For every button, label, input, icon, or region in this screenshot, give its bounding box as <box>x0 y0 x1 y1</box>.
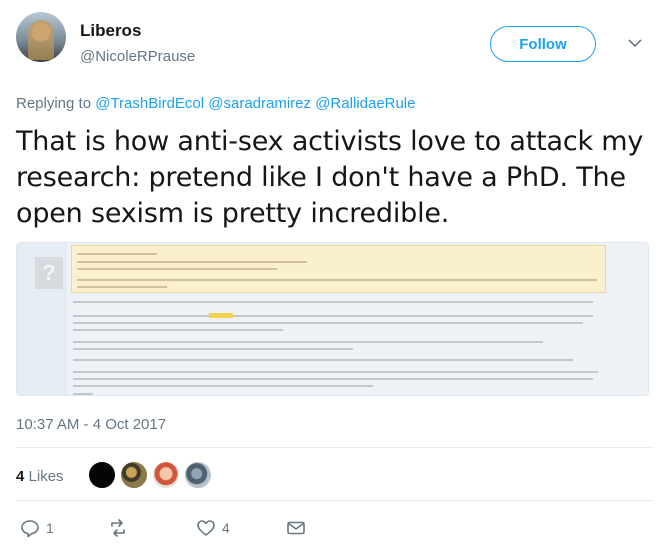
liker-avatar[interactable] <box>184 461 212 489</box>
likes-number: 4 <box>16 468 25 485</box>
like-count: 4 <box>222 520 230 536</box>
tweet-image[interactable]: ? <box>16 242 649 396</box>
liker-avatars <box>88 461 212 489</box>
direct-message-button[interactable] <box>286 518 306 538</box>
tweet-text: That is how anti-sex activists love to a… <box>16 126 644 229</box>
author-avatar[interactable] <box>16 12 66 62</box>
retweet-icon <box>111 519 125 537</box>
timestamp[interactable]: 10:37 AM - 4 Oct 2017 <box>16 416 166 433</box>
retweet-button[interactable] <box>108 518 134 538</box>
follow-button[interactable]: Follow <box>490 26 596 62</box>
liker-avatar[interactable] <box>120 461 148 489</box>
divider <box>16 447 654 448</box>
liker-avatar[interactable] <box>152 461 180 489</box>
reply-icon <box>21 520 39 538</box>
mention-link[interactable]: @RallidaeRule <box>315 95 415 112</box>
chevron-down-icon[interactable] <box>628 38 642 48</box>
envelope-icon <box>287 521 305 535</box>
likes-count[interactable]: 4 Likes <box>16 468 64 485</box>
replying-to: Replying to @TrashBirdEcol @saradramirez… <box>16 95 415 112</box>
reply-count: 1 <box>46 520 54 536</box>
likes-label: Likes <box>28 468 64 485</box>
forum-avatar-placeholder: ? <box>35 257 63 289</box>
mention-link[interactable]: @saradramirez <box>208 95 311 112</box>
replying-to-label: Replying to <box>16 95 92 112</box>
like-button[interactable]: 4 <box>196 518 230 538</box>
divider <box>16 500 654 501</box>
mention-link[interactable]: @TrashBirdEcol <box>95 95 204 112</box>
reply-button[interactable]: 1 <box>20 518 54 538</box>
tweet-actions: 1 4 <box>16 518 316 542</box>
author-handle[interactable]: @NicoleRPrause <box>80 48 195 65</box>
author-name[interactable]: Liberos <box>80 21 141 41</box>
heart-icon <box>197 520 215 536</box>
highlighted-name <box>209 313 233 318</box>
liker-avatar[interactable] <box>88 461 116 489</box>
